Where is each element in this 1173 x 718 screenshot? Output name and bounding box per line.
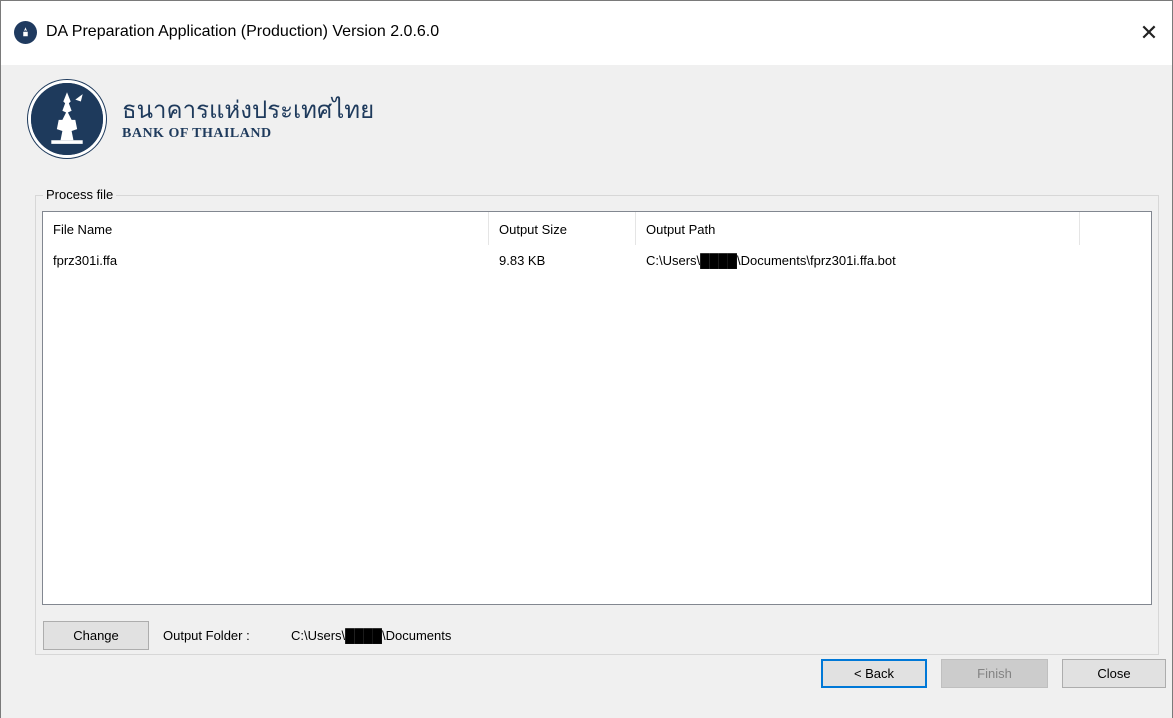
finish-button[interactable]: Finish [941,659,1048,688]
process-file-group: Process file File Name Output Size Outpu… [35,187,1159,655]
change-folder-button[interactable]: Change [43,621,149,650]
file-list[interactable]: File Name Output Size Output Path fprz30… [42,211,1152,605]
column-header-file-name[interactable]: File Name [43,212,489,245]
window-close-button[interactable]: ✕ [1126,1,1172,65]
group-title: Process file [43,187,117,202]
application-window: DA Preparation Application (Production) … [0,0,1173,718]
close-button[interactable]: Close [1062,659,1166,688]
output-folder-value: C:\Users\████\Documents [291,628,452,643]
bank-seal-logo [28,80,106,158]
window-title: DA Preparation Application (Production) … [46,23,440,40]
title-bar[interactable]: DA Preparation Application (Production) … [1,1,1172,65]
list-header: File Name Output Size Output Path [43,212,1151,245]
cell-output-path: C:\Users\████\Documents\fprz301i.ffa.bot [646,253,896,268]
app-logo-icon [14,21,37,44]
main-content: ธนาคารแห่งประเทศไทย BANK OF THAILAND Pro… [1,65,1172,718]
column-header-filler [1080,212,1151,245]
bank-name-thai: ธนาคารแห่งประเทศไทย [122,96,375,124]
column-header-output-size[interactable]: Output Size [489,212,636,245]
cell-file-name: fprz301i.ffa [53,253,118,268]
list-item[interactable]: fprz301i.ffa 9.83 KB C:\Users\████\Docum… [43,248,1151,270]
cell-output-size: 9.83 KB [499,253,546,268]
bank-name-english: BANK OF THAILAND [122,126,272,141]
column-header-output-path[interactable]: Output Path [636,212,1080,245]
output-folder-label: Output Folder : [163,628,250,643]
back-button[interactable]: < Back [821,659,927,688]
